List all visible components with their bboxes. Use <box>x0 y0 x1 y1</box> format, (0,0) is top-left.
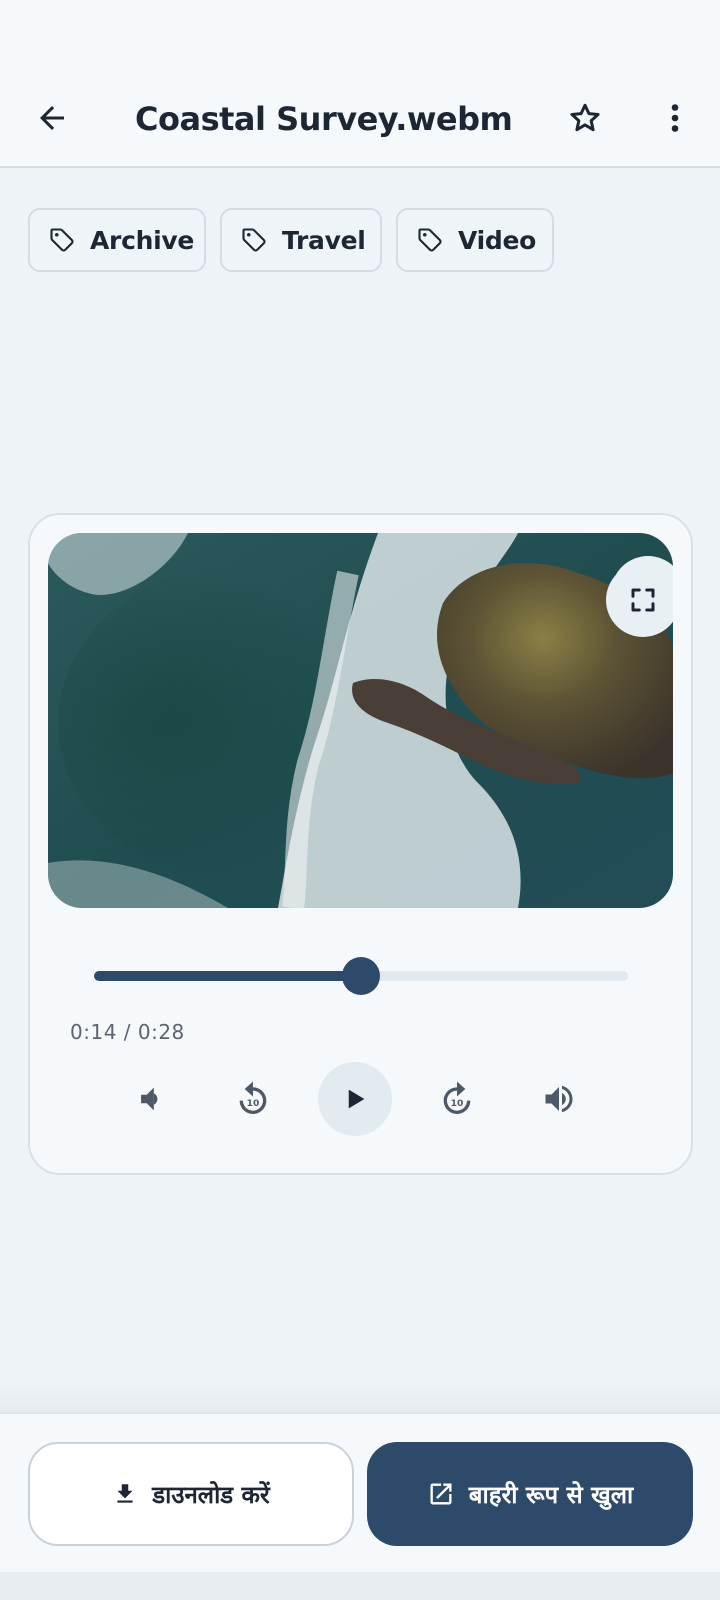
status-bar-area <box>0 0 720 60</box>
time-display: 0:14 / 0:28 <box>70 1020 185 1044</box>
fullscreen-button[interactable] <box>606 563 673 637</box>
seek-thumb[interactable] <box>342 957 380 995</box>
forward-10-label: 10 <box>451 1098 464 1109</box>
forward-10-button[interactable]: 10 <box>420 1062 494 1136</box>
replay-10-label: 10 <box>247 1098 260 1109</box>
tag-label: Archive <box>90 225 195 255</box>
video-player-card: 0:14 / 0:28 10 10 <box>28 513 693 1175</box>
tag-chip-travel[interactable]: Travel <box>220 208 382 272</box>
volume-down-button[interactable] <box>114 1062 188 1136</box>
star-outline-icon <box>570 103 600 132</box>
tag-label: Travel <box>282 225 366 255</box>
bottom-action-bar: डाउनलोड करें बाहरी रूप से खुला <box>0 1412 720 1572</box>
play-button[interactable] <box>318 1062 392 1136</box>
forward-10-icon: 10 <box>443 1081 471 1114</box>
open-in-new-icon <box>427 1480 455 1508</box>
volume-up-button[interactable] <box>522 1062 596 1136</box>
video-frame[interactable] <box>48 533 673 908</box>
volume-down-icon <box>141 1087 158 1111</box>
download-label: डाउनलोड करें <box>152 1480 270 1509</box>
back-button[interactable] <box>24 90 80 146</box>
more-vertical-icon <box>671 104 679 132</box>
download-button[interactable]: डाउनलोड करें <box>28 1442 354 1546</box>
replay-10-icon: 10 <box>239 1081 267 1114</box>
open-external-label: बाहरी रूप से खुला <box>468 1480 634 1509</box>
arrow-left-icon <box>40 106 64 130</box>
video-thumbnail <box>48 533 673 908</box>
seek-bar[interactable] <box>94 957 628 995</box>
replay-10-button[interactable]: 10 <box>216 1062 290 1136</box>
tag-icon <box>48 226 76 254</box>
more-options-button[interactable] <box>647 90 703 146</box>
tag-icon <box>416 226 444 254</box>
seek-progress <box>94 971 361 981</box>
navigation-bar-area <box>0 1572 720 1600</box>
play-icon <box>348 1089 365 1109</box>
open-external-button[interactable]: बाहरी रूप से खुला <box>367 1442 693 1546</box>
tag-chip-video[interactable]: Video <box>396 208 554 272</box>
volume-up-icon <box>545 1085 573 1113</box>
tag-label: Video <box>458 225 537 255</box>
fullscreen-icon <box>631 588 655 612</box>
favorite-button[interactable] <box>557 90 613 146</box>
page-title: Coastal Survey.webm <box>135 100 513 138</box>
tag-icon <box>240 226 268 254</box>
bottom-shadow <box>0 1382 720 1412</box>
download-icon <box>112 1481 138 1507</box>
tag-chip-archive[interactable]: Archive <box>28 208 206 272</box>
app-bar: Coastal Survey.webm <box>0 60 720 168</box>
